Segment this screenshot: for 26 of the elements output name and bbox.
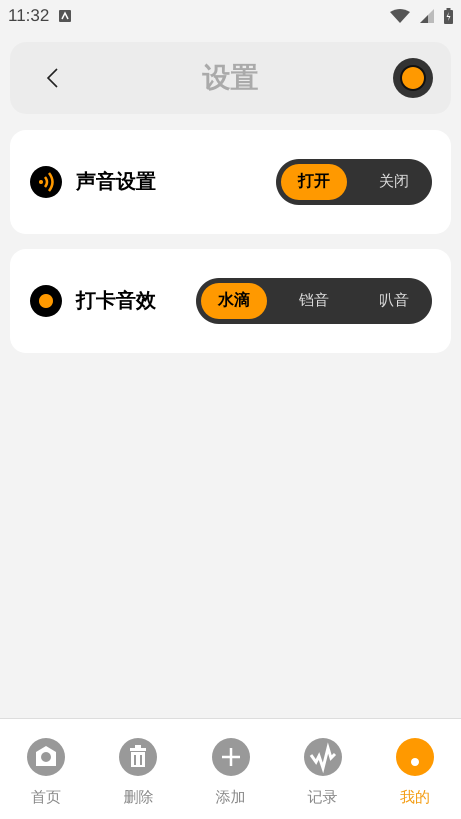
battery-icon — [444, 8, 453, 24]
dot-icon — [30, 285, 62, 317]
signal-icon — [420, 9, 434, 23]
segment-option[interactable]: 打开 — [281, 164, 347, 200]
add-icon — [212, 738, 250, 776]
tab-item[interactable]: 添加 — [184, 719, 277, 819]
page-title: 设置 — [202, 61, 258, 95]
tab-item[interactable]: 首页 — [0, 719, 92, 819]
status-time: 11:32 — [8, 5, 50, 28]
speaker-icon — [30, 166, 62, 198]
segment-option[interactable]: 铛音 — [281, 283, 347, 319]
wave-icon — [304, 738, 342, 776]
segment-option[interactable]: 关闭 — [361, 164, 427, 200]
notification-icon — [59, 10, 72, 22]
record-icon[interactable] — [393, 58, 433, 98]
home-icon — [27, 738, 66, 776]
setting-label: 声音设置 — [76, 170, 156, 195]
segment-option[interactable]: 叭音 — [361, 283, 427, 319]
segment-option[interactable]: 水滴 — [201, 283, 267, 319]
profile-icon — [396, 738, 434, 776]
tab-item[interactable]: 删除 — [92, 719, 184, 819]
tab-item[interactable]: 记录 — [276, 719, 369, 819]
wifi-icon — [390, 9, 410, 23]
trash-icon — [119, 738, 158, 776]
back-icon — [45, 67, 59, 89]
setting-label: 打卡音效 — [76, 288, 156, 314]
